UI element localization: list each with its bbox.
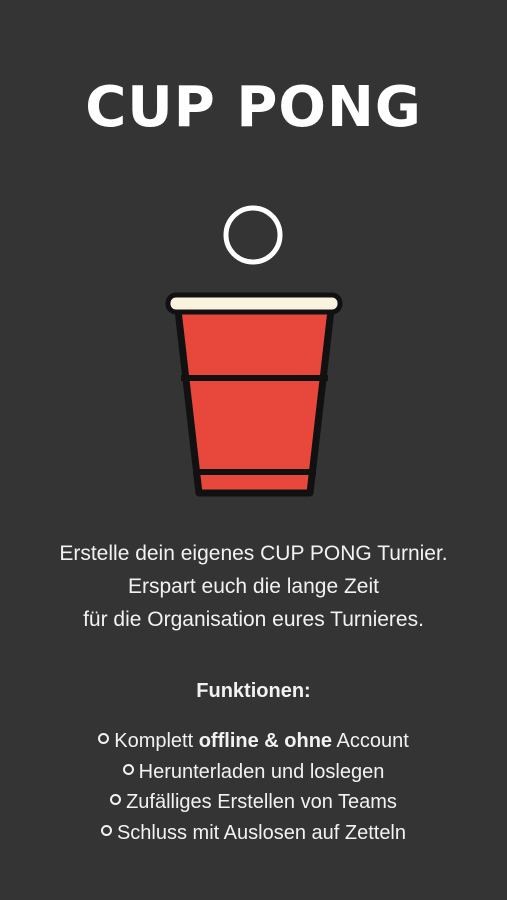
bullet-circle-icon [100,824,112,836]
feature-text-bold: offline & ohne [198,730,333,752]
description: Erstelle dein eigenes CUP PONG Turnier. … [0,537,507,636]
features-heading: Funktionen: [196,680,311,702]
cup-pong-illustration [165,205,343,497]
feature-item-offline: Komplett offline & ohne Account [0,726,507,757]
app-title: CUP PONG [85,75,422,140]
features-list: Komplett offline & ohne Account Herunter… [0,726,507,848]
feature-item-download: Herunterladen und loslegen [0,757,507,788]
feature-text: Herunterladen und loslegen [138,760,385,783]
description-line-2: Erspart euch die lange Zeit [128,575,379,598]
bullet-circle-icon [110,794,122,805]
ping-pong-ball-icon [223,205,283,265]
feature-text-pre: Komplett [114,730,199,752]
feature-text: Schluss mit Auslosen auf Zetteln [116,821,407,844]
description-line-3: für die Organisation eures Turnieres. [83,608,424,631]
feature-text: Zufälliges Erstellen von Teams [126,791,397,813]
description-line-1: Erstelle dein eigenes CUP PONG Turnier. [59,542,448,565]
feature-item-teams: Zufälliges Erstellen von Teams [0,787,507,818]
bullet-circle-icon [98,733,110,744]
feature-item-draw: Schluss mit Auslosen auf Zetteln [0,818,507,849]
bullet-circle-icon [122,763,134,775]
feature-text-post: Account [332,730,409,752]
red-party-cup-icon [165,292,343,497]
